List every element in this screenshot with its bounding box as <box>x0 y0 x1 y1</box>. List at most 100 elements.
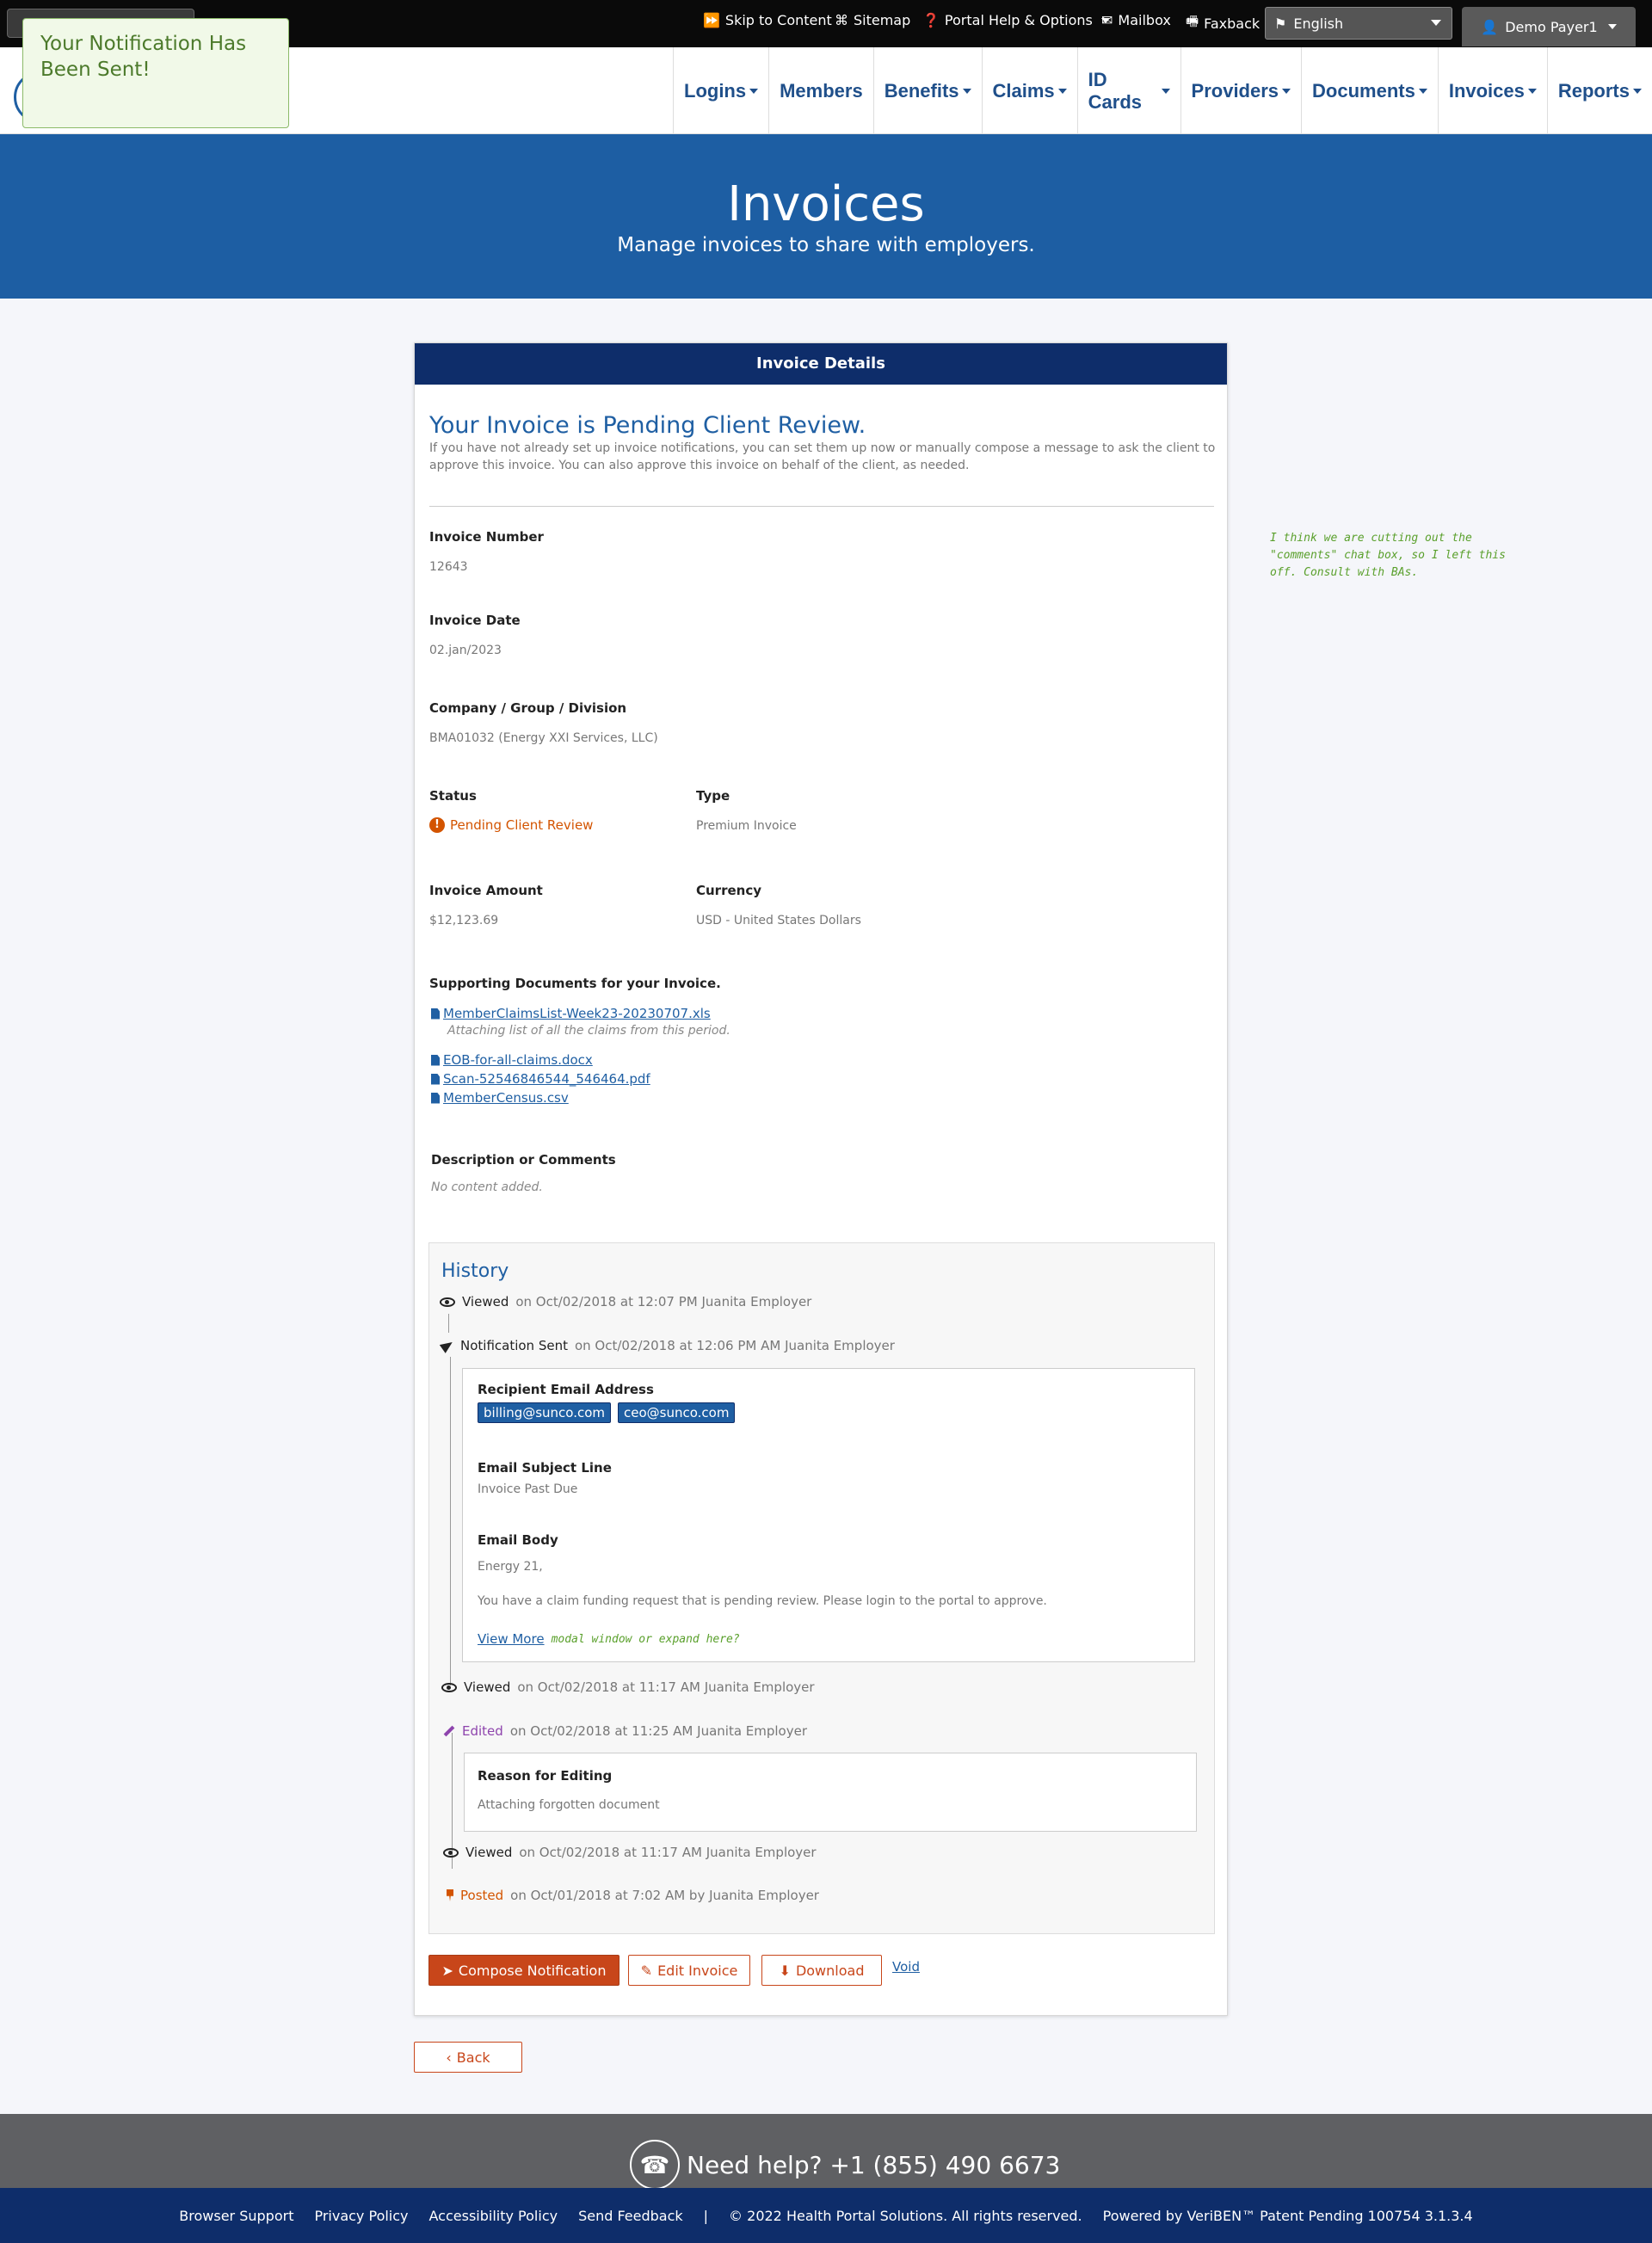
paper-plane-icon <box>439 1338 456 1353</box>
page-hero: Invoices Manage invoices to share with e… <box>0 134 1652 299</box>
page-title: Invoices <box>727 176 925 232</box>
user-menu[interactable]: 👤 Demo Payer1 <box>1462 7 1636 46</box>
invoice-date-value: 02.jan/2023 <box>429 644 502 657</box>
chevron-down-icon <box>1057 88 1067 94</box>
notification-toast: Your Notification Has Been Sent! <box>22 18 289 128</box>
fax-icon: 🖷 <box>1186 13 1199 29</box>
nav-item-id-cards[interactable]: ID Cards <box>1076 47 1180 134</box>
history-entry-posted: Posted on Oct/01/2018 at 7:02 AM by Juan… <box>447 1888 819 1903</box>
download-icon: ⬇ <box>779 1962 791 1979</box>
currency-value: USD - United States Dollars <box>696 914 861 927</box>
reason-label: Reason for Editing <box>478 1768 613 1784</box>
card-header: Invoice Details <box>415 343 1227 385</box>
download-button[interactable]: ⬇ Download <box>761 1955 882 1986</box>
footer-link[interactable]: Browser Support <box>179 2208 293 2224</box>
pin-icon <box>447 1889 453 1901</box>
skip-to-content-link[interactable]: ⏩ Skip to Content <box>703 12 832 28</box>
pencil-icon: ✎ <box>640 1962 653 1979</box>
status-label: Status <box>429 788 477 804</box>
file-icon <box>431 1008 440 1020</box>
document-note: Attaching list of all the claims from th… <box>447 1024 730 1038</box>
sitemap-link[interactable]: ⌘ Sitemap <box>835 12 910 28</box>
chevron-down-icon <box>749 88 759 94</box>
recipient-list: billing@sunco.com ceo@sunco.com <box>478 1402 736 1423</box>
nav-item-benefits[interactable]: Benefits <box>872 47 982 134</box>
company-label: Company / Group / Division <box>429 700 627 716</box>
footer-link[interactable]: Privacy Policy <box>314 2208 408 2224</box>
nav-item-logins[interactable]: Logins <box>673 47 768 134</box>
divider <box>429 506 1214 507</box>
back-button[interactable]: ‹ Back <box>414 2042 522 2073</box>
status-value: ! Pending Client Review <box>429 817 593 833</box>
portal-help-dropdown[interactable]: ❓ Portal Help & Options <box>922 12 1110 28</box>
view-more-link[interactable]: View More <box>478 1631 545 1647</box>
footer-text: © 2022 Health Portal Solutions. All righ… <box>729 2207 1082 2224</box>
main-nav: Logins Members Benefits Claims ID Cards Provi… <box>673 47 1652 134</box>
phone-icon: ☎ <box>630 2140 680 2190</box>
email-tag: ceo@sunco.com <box>618 1402 736 1423</box>
void-link[interactable]: Void <box>892 1959 920 1975</box>
invoice-date-label: Invoice Date <box>429 613 521 628</box>
eye-icon <box>440 1297 455 1307</box>
faxback-link[interactable]: 🖷 Faxback <box>1186 12 1260 35</box>
chevron-down-icon <box>1161 88 1170 94</box>
file-icon <box>431 1073 440 1085</box>
type-label: Type <box>696 788 730 804</box>
nav-item-members[interactable]: Members <box>768 47 873 134</box>
document-link[interactable]: MemberClaimsList-Week23-20230707.xls <box>431 1006 711 1021</box>
page-subtitle: Manage invoices to share with employers. <box>617 234 1035 256</box>
document-link[interactable]: Scan-52546846544_546464.pdf <box>431 1071 650 1087</box>
language-select[interactable]: ⚑ English <box>1265 7 1452 40</box>
type-value: Premium Invoice <box>696 819 797 833</box>
edit-invoice-button[interactable]: ✎ Edit Invoice <box>628 1955 750 1986</box>
footer-link[interactable]: Send Feedback <box>578 2208 683 2224</box>
chevron-down-icon <box>1282 88 1291 94</box>
nav-item-documents[interactable]: Documents <box>1301 47 1438 134</box>
history-entry-notification-sent: Notification Sent on Oct/02/2018 at 12:0… <box>439 1338 895 1353</box>
chevron-down-icon <box>1418 88 1427 94</box>
chevron-down-icon <box>962 88 971 94</box>
help-icon: ❓ <box>922 12 940 28</box>
timeline-line <box>450 1357 451 1685</box>
chevron-down-icon <box>1607 24 1617 29</box>
footer-text: Powered by VeriBEN™ Patent Pending 10075… <box>1102 2207 1473 2224</box>
nav-item-reports[interactable]: Reports <box>1546 47 1652 134</box>
nav-item-claims[interactable]: Claims <box>981 47 1077 134</box>
footer-divider: | <box>703 2207 709 2224</box>
nav-item-providers[interactable]: Providers <box>1180 47 1302 134</box>
subject-label: Email Subject Line <box>478 1460 612 1476</box>
timeline-line <box>448 1314 449 1333</box>
design-annotation: I think we are cutting out the "comments… <box>1270 532 1506 579</box>
compose-notification-button[interactable]: ➤ Compose Notification <box>428 1955 620 1986</box>
reason-value: Attaching forgotten document <box>478 1798 660 1812</box>
footer-link[interactable]: Accessibility Policy <box>429 2208 558 2224</box>
view-more-row: View More modal window or expand here? <box>478 1631 740 1647</box>
mailbox-link[interactable]: ✉ Mailbox <box>1101 12 1171 28</box>
footer-links: Browser Support Privacy Policy Accessibili… <box>0 2188 1652 2243</box>
email-tag: billing@sunco.com <box>478 1402 612 1423</box>
notification-detail-panel: Recipient Email Address billing@sunco.co… <box>462 1368 1195 1662</box>
warning-icon: ! <box>429 817 445 833</box>
invoice-number-value: 12643 <box>429 560 468 574</box>
invoice-number-label: Invoice Number <box>429 529 544 545</box>
user-icon: 👤 <box>1481 18 1499 35</box>
design-note: modal window or expand here? <box>551 1632 740 1646</box>
history-entry-viewed: Viewed on Oct/02/2018 at 11:17 AM Juanit… <box>441 1679 815 1695</box>
document-link[interactable]: EOB-for-all-claims.docx <box>431 1052 593 1068</box>
history-entry-edited: Edited on Oct/02/2018 at 11:25 AM Juanit… <box>443 1723 807 1739</box>
history-entry-viewed: Viewed on Oct/02/2018 at 12:07 PM Juanit… <box>440 1294 811 1309</box>
description-value: No content added. <box>431 1180 543 1194</box>
document-link[interactable]: MemberCensus.csv <box>431 1090 569 1106</box>
help-line[interactable]: ☎ Need help? +1 (855) 490 6673 <box>630 2140 1060 2190</box>
eye-icon <box>443 1847 459 1858</box>
nav-item-invoices[interactable]: Invoices <box>1437 47 1547 134</box>
amount-label: Invoice Amount <box>429 883 543 898</box>
fast-forward-icon: ⏩ <box>703 12 720 28</box>
history-panel: History Viewed on Oct/02/2018 at 12:07 P… <box>428 1242 1215 1934</box>
pending-title: Your Invoice is Pending Client Review. <box>429 412 866 439</box>
eye-icon <box>441 1682 457 1692</box>
sitemap-icon: ⌘ <box>835 12 848 28</box>
pending-description: If you have not already set up invoice n… <box>429 441 1216 472</box>
file-icon <box>431 1092 440 1104</box>
flag-icon: ⚑ <box>1274 15 1287 32</box>
